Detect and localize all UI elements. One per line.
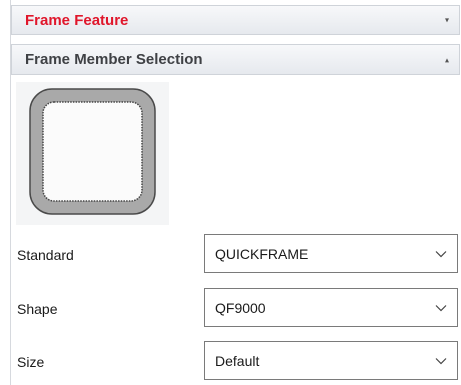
frame-member-selection-title: Frame Member Selection	[25, 51, 203, 68]
chevron-down-icon[interactable]	[435, 250, 447, 257]
chevron-down-icon[interactable]	[435, 357, 447, 364]
size-row: Size Default	[11, 341, 460, 382]
shape-row: Shape QF9000	[11, 288, 460, 329]
standard-row: Standard QUICKFRAME	[11, 234, 460, 275]
frame-feature-header[interactable]: Frame Feature ▾	[11, 5, 460, 35]
standard-label: Standard	[17, 246, 74, 263]
chevron-down-icon[interactable]	[435, 304, 447, 311]
shape-label: Shape	[17, 300, 58, 317]
size-label: Size	[17, 353, 45, 370]
chevron-down-icon[interactable]: ▾	[445, 16, 449, 25]
shape-select[interactable]: QF9000	[204, 288, 458, 327]
size-value: Default	[215, 352, 260, 369]
standard-select[interactable]: QUICKFRAME	[204, 234, 458, 273]
frame-feature-title: Frame Feature	[25, 11, 129, 29]
frame-member-selection-header[interactable]: Frame Member Selection ▴	[11, 44, 460, 75]
chevron-up-icon[interactable]: ▴	[445, 55, 449, 64]
shape-value: QF9000	[215, 299, 266, 316]
profile-preview-image	[16, 82, 169, 225]
size-select[interactable]: Default	[204, 341, 458, 380]
rounded-square-profile-icon	[29, 88, 156, 215]
standard-value: QUICKFRAME	[215, 245, 309, 262]
